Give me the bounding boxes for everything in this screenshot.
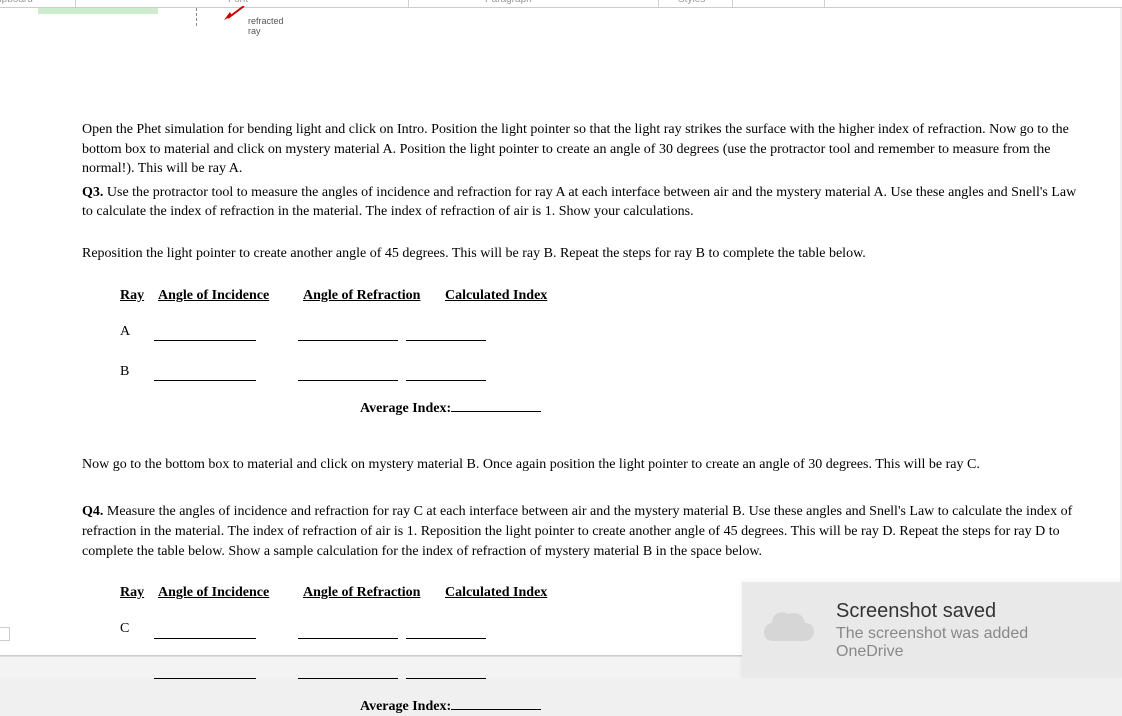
notification-text: Screenshot saved The screenshot was adde… bbox=[836, 600, 1104, 661]
onedrive-notification[interactable]: Screenshot saved The screenshot was adde… bbox=[742, 582, 1122, 678]
notification-body-1: The screenshot was added bbox=[836, 625, 1104, 643]
normal-line bbox=[196, 8, 197, 26]
q3-label: Q3. bbox=[82, 185, 103, 200]
blank-refraction bbox=[298, 625, 398, 639]
ribbon-separator bbox=[732, 0, 733, 7]
avg-label: Average Index: bbox=[360, 699, 451, 714]
blank-index bbox=[406, 327, 486, 341]
blank-index bbox=[406, 367, 486, 381]
blank-index bbox=[406, 625, 486, 639]
table-1-header: Ray Angle of Incidence Angle of Refracti… bbox=[120, 286, 1082, 306]
q4-text: Measure the angles of incidence and refr… bbox=[82, 504, 1072, 558]
header-incidence: Angle of Incidence bbox=[158, 583, 303, 603]
ribbon-group-font: Font bbox=[228, 0, 248, 5]
mid-paragraph: Now go to the bottom box to material and… bbox=[82, 455, 1082, 475]
ribbon-group-paragraph: Paragraph bbox=[485, 0, 532, 5]
header-incidence: Angle of Incidence bbox=[158, 286, 303, 306]
avg-label: Average Index: bbox=[360, 401, 451, 416]
refracted-ray-label: refracted ray bbox=[248, 16, 284, 36]
row-label-b: B bbox=[120, 362, 154, 382]
table-1: Ray Angle of Incidence Angle of Refracti… bbox=[120, 286, 1082, 419]
blank-avg bbox=[451, 698, 541, 710]
header-refraction: Angle of Refraction bbox=[303, 583, 445, 603]
ribbon-separator bbox=[408, 0, 409, 7]
blank-avg bbox=[451, 400, 541, 412]
ribbon-group-clipboard: Clipboard bbox=[0, 0, 33, 5]
cloud-icon bbox=[760, 601, 818, 659]
header-ray: Ray bbox=[120, 286, 158, 306]
blank-incidence bbox=[154, 625, 256, 639]
intro-paragraph: Open the Phet simulation for bending lig… bbox=[82, 120, 1082, 179]
header-refraction: Angle of Refraction bbox=[303, 286, 445, 306]
medium-block bbox=[38, 8, 158, 14]
q4-label: Q4. bbox=[82, 504, 103, 519]
blank-refraction bbox=[298, 327, 398, 341]
average-index-1: Average Index: bbox=[360, 399, 1082, 419]
ribbon-separator bbox=[658, 0, 659, 7]
ribbon-group-styles: Styles bbox=[678, 0, 705, 5]
question-4: Q4. Measure the angles of incidence and … bbox=[82, 502, 1082, 561]
reposition-paragraph: Reposition the light pointer to create a… bbox=[82, 244, 1082, 264]
ribbon-separator bbox=[75, 0, 76, 7]
page-number-indicator bbox=[0, 627, 10, 641]
row-label-a: A bbox=[120, 322, 154, 342]
refraction-diagram: refracted ray bbox=[38, 8, 268, 28]
row-label-c: C bbox=[120, 619, 154, 639]
blank-refraction bbox=[298, 367, 398, 381]
table-row: A bbox=[120, 319, 1082, 341]
ribbon-separator bbox=[824, 0, 825, 7]
notification-body-2: OneDrive bbox=[836, 643, 1104, 661]
document-page[interactable]: refracted ray Open the Phet simulation f… bbox=[0, 8, 1120, 656]
average-index-2: Average Index: bbox=[360, 697, 1082, 716]
blank-incidence bbox=[154, 367, 256, 381]
ribbon-bar: Clipboard Font Paragraph Styles bbox=[0, 0, 1122, 8]
blank-incidence bbox=[154, 327, 256, 341]
question-3: Q3. Use the protractor tool to measure t… bbox=[82, 183, 1082, 222]
q3-text: Use the protractor tool to measure the a… bbox=[82, 185, 1076, 220]
table-row: B bbox=[120, 359, 1082, 381]
header-ray: Ray bbox=[120, 583, 158, 603]
header-calc: Calculated Index bbox=[445, 583, 585, 603]
refracted-ray-arrow bbox=[224, 6, 244, 18]
header-calc: Calculated Index bbox=[445, 286, 585, 306]
notification-title: Screenshot saved bbox=[836, 600, 1104, 623]
